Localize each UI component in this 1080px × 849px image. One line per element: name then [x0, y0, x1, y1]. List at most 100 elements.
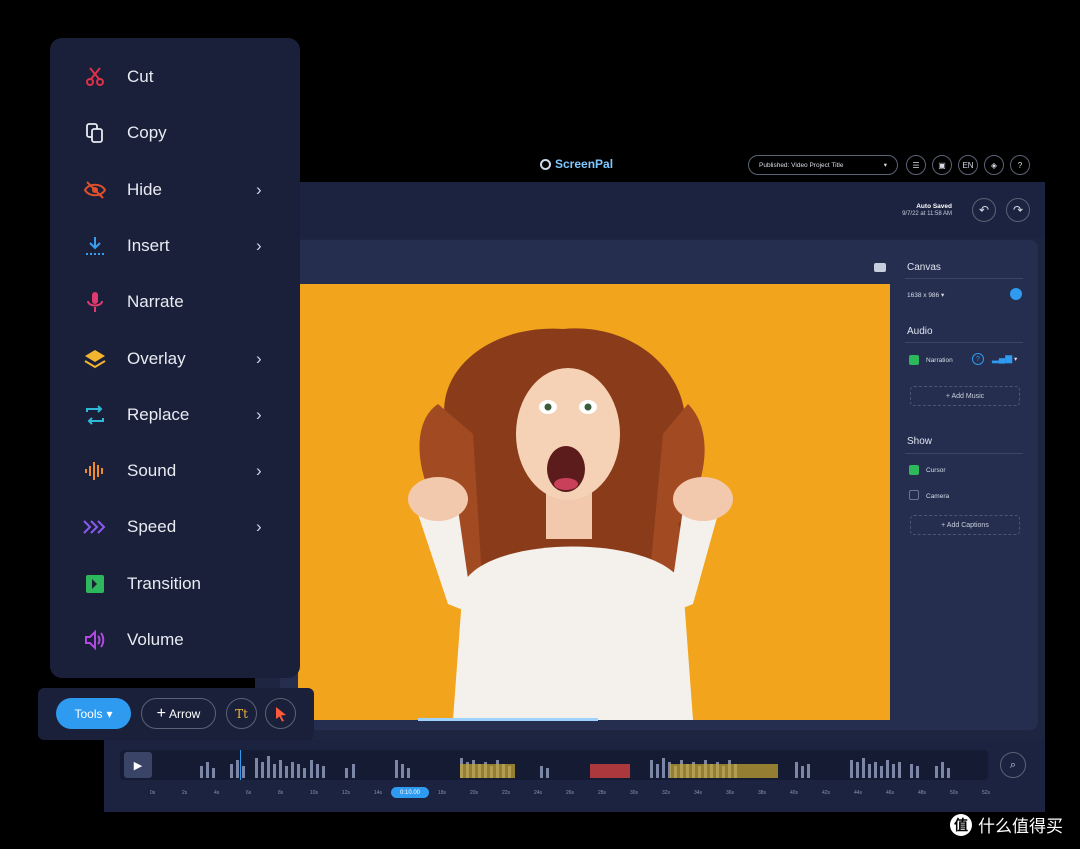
tools-button-label: Tools: [74, 706, 103, 721]
microphone-icon: [80, 287, 110, 317]
cursor-checkbox[interactable]: [909, 465, 919, 475]
menu-item-speed[interactable]: Speed ›: [50, 502, 300, 552]
checklist-icon[interactable]: ☰: [906, 155, 926, 175]
preview-progress: [418, 718, 598, 721]
play-button[interactable]: ▶: [124, 752, 152, 778]
redo-icon: ↷: [1012, 203, 1024, 217]
pointer-icon: [275, 706, 286, 721]
menu-item-label: Overlay: [127, 348, 186, 368]
zoom-search-button[interactable]: ⌕: [1000, 752, 1026, 778]
menu-item-insert[interactable]: Insert ›: [50, 221, 300, 271]
timeline-tick: 44s: [854, 790, 863, 796]
brand-logo: ScreenPal: [540, 157, 613, 171]
menu-item-sound[interactable]: Sound ›: [50, 446, 300, 496]
timeline-tick: 2s: [182, 790, 188, 796]
timeline-tick: 20s: [470, 790, 479, 796]
menu-item-cut[interactable]: Cut: [50, 52, 300, 102]
chevron-right-icon: ›: [256, 461, 262, 481]
redo-button[interactable]: ↷: [1006, 198, 1030, 222]
autosave-title: Auto Saved: [916, 203, 952, 210]
divider: [905, 453, 1023, 454]
show-section-title: Show: [907, 436, 933, 447]
undo-button[interactable]: ↶: [972, 198, 996, 222]
menu-item-label: Hide: [127, 179, 162, 199]
publish-status-select[interactable]: Published: Video Project Title ▾: [748, 155, 898, 175]
chevron-down-icon[interactable]: ▾: [1014, 355, 1017, 363]
menu-item-transition[interactable]: Transition: [50, 559, 300, 609]
menu-item-label: Cut: [127, 67, 154, 86]
play-icon: ▶: [133, 759, 143, 772]
language-button[interactable]: EN: [958, 155, 978, 175]
canvas-section-title: Canvas: [907, 262, 941, 273]
tools-button[interactable]: Tools ▾: [56, 698, 131, 729]
narration-checkbox[interactable]: [909, 355, 919, 365]
timeline-tick: 26s: [566, 790, 575, 796]
timeline-tick: 22s: [502, 790, 511, 796]
timeline-tick: 10s: [310, 790, 319, 796]
menu-item-label: Transition: [127, 573, 202, 593]
publish-status-label: Published: Video Project Title: [759, 161, 844, 169]
search-icon: ⌕: [1009, 758, 1017, 771]
add-captions-button[interactable]: + Add Captions: [910, 515, 1020, 535]
menu-item-copy[interactable]: Copy: [50, 108, 300, 158]
undo-icon: ↶: [978, 203, 990, 217]
sound-wave-icon: [80, 456, 110, 486]
timeline-tick: 24s: [534, 790, 543, 796]
current-time-badge[interactable]: 0:10.00: [391, 787, 429, 798]
info-icon[interactable]: ?: [972, 353, 984, 365]
divider: [905, 342, 1023, 343]
timeline-tick: 50s: [950, 790, 959, 796]
camera-checkbox[interactable]: [909, 490, 919, 500]
autosave-time: 9/7/22 at 11:58 AM: [902, 211, 952, 217]
canvas-size-select[interactable]: 1638 x 986 ▾: [907, 291, 944, 299]
caret-down-icon: ▾: [106, 706, 113, 721]
text-tool-button[interactable]: Tt: [226, 698, 257, 729]
menu-item-label: Insert: [127, 235, 170, 255]
menu-item-replace[interactable]: Replace ›: [50, 390, 300, 440]
menu-item-label: Narrate: [127, 292, 184, 312]
timeline-tick: 34s: [694, 790, 703, 796]
arrow-button-label: Arrow: [169, 706, 201, 721]
chevron-right-icon: ›: [256, 404, 262, 424]
menu-item-overlay[interactable]: Overlay ›: [50, 334, 300, 384]
pointer-tool-button[interactable]: [265, 698, 296, 729]
camera-label: Camera: [926, 493, 950, 500]
transition-icon: [80, 569, 110, 599]
layout-icon[interactable]: ▣: [932, 155, 952, 175]
menu-item-volume[interactable]: Volume: [50, 615, 300, 665]
signal-bars-icon: ▂▄▆: [992, 353, 1013, 363]
help-button[interactable]: ?: [1010, 155, 1030, 175]
camera-snapshot-icon[interactable]: [874, 263, 886, 272]
timeline-tick: 8s: [278, 790, 284, 796]
menu-item-label: Replace: [127, 404, 190, 424]
autosave-status: Auto Saved 9/7/22 at 11:58 AM: [870, 203, 952, 218]
add-music-button[interactable]: + Add Music: [910, 386, 1020, 406]
timeline-tick: 36s: [726, 790, 735, 796]
menu-item-label: Volume: [127, 630, 184, 649]
divider: [905, 278, 1023, 279]
watermark-text: 什么值得买: [978, 817, 1063, 836]
waveform: [200, 750, 950, 780]
brand-name: ScreenPal: [555, 157, 614, 171]
canvas-color-swatch[interactable]: [1010, 288, 1022, 300]
timeline-tick: 18s: [438, 790, 447, 796]
add-arrow-button[interactable]: + Arrow: [141, 698, 216, 729]
speed-icon: [80, 512, 110, 542]
menu-item-hide[interactable]: Hide ›: [50, 165, 300, 215]
scissors-icon: [80, 62, 110, 92]
menu-item-label: Copy: [127, 123, 167, 143]
timeline-tick: 32s: [662, 790, 671, 796]
layers-icon: [80, 344, 110, 374]
chevron-right-icon: ›: [256, 348, 262, 368]
cursor-label: Cursor: [926, 467, 946, 474]
chevron-right-icon: ›: [256, 517, 262, 537]
timeline-tick: 14s: [374, 790, 383, 796]
menu-item-narrate[interactable]: Narrate: [50, 277, 300, 327]
timeline-tick: 12s: [342, 790, 351, 796]
layers-icon[interactable]: ◈: [984, 155, 1004, 175]
timeline-tick: 6s: [246, 790, 252, 796]
screenpal-logo-icon: [540, 158, 551, 170]
timeline-tick: 28s: [598, 790, 607, 796]
video-preview[interactable]: [298, 284, 890, 720]
audio-track[interactable]: [120, 750, 988, 780]
